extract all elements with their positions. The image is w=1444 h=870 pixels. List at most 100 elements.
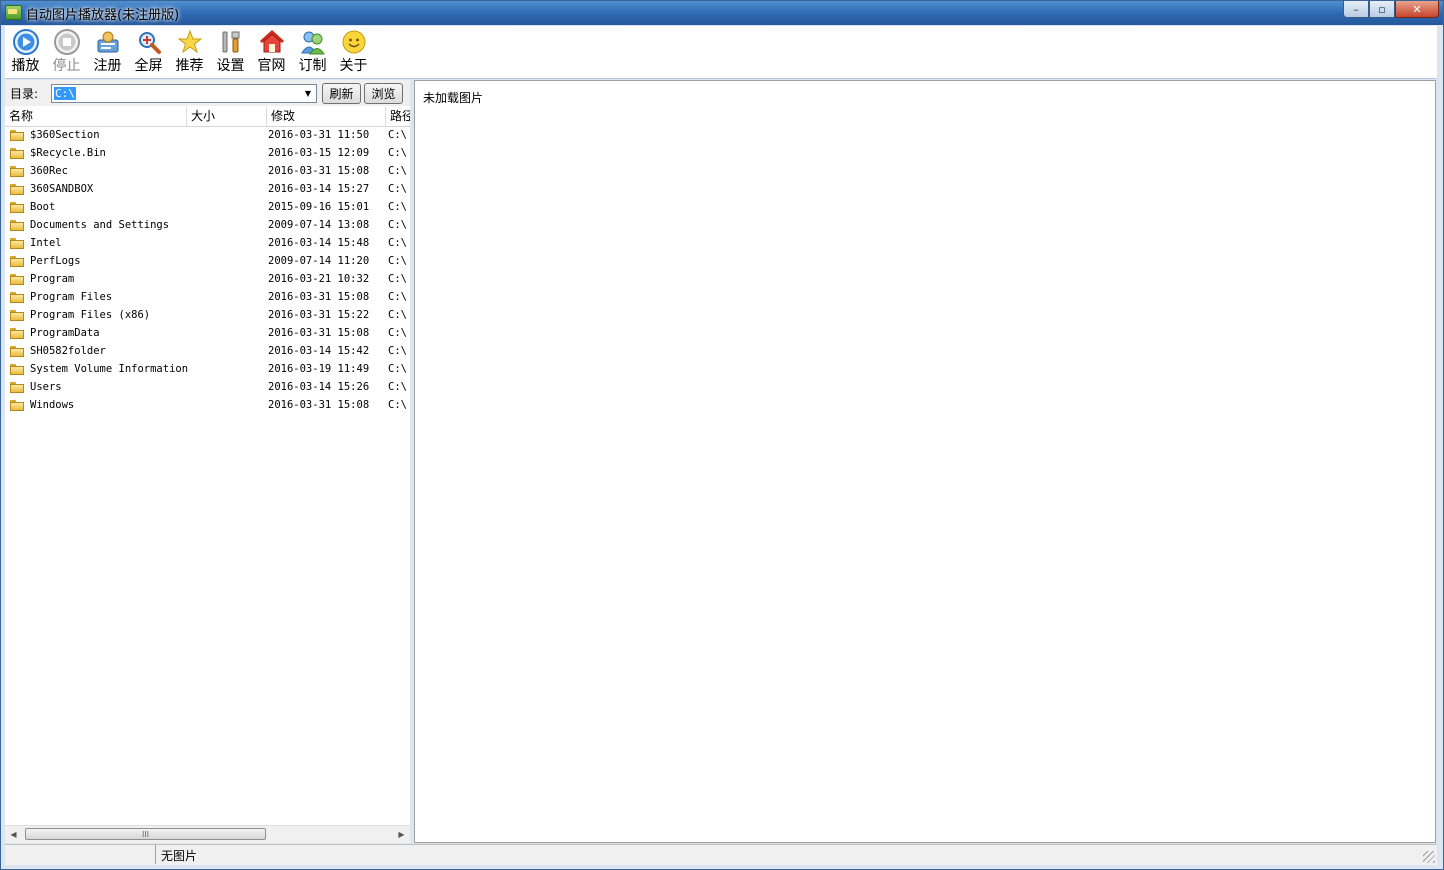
- recommend-label: 推荐: [175, 58, 204, 74]
- file-path: C:\: [388, 183, 407, 195]
- file-path: C:\: [388, 165, 407, 177]
- table-row[interactable]: Documents and Settings 2009-07-14 13:08 C:…: [5, 217, 410, 235]
- scroll-left-icon[interactable]: ◀: [5, 826, 22, 843]
- table-row[interactable]: System Volume Information 2016-03-19 11:4…: [5, 361, 410, 379]
- table-row[interactable]: Program Files (x86) 2016-03-31 15:22 C:\: [5, 307, 410, 325]
- table-row[interactable]: Windows 2016-03-31 15:08 C:\: [5, 397, 410, 415]
- title-bar[interactable]: 自动图片播放器(未注册版) – ▫ ✕: [1, 1, 1443, 25]
- directory-label: 目录:: [10, 87, 39, 101]
- file-modified: 2016-03-31 11:50: [268, 129, 370, 141]
- register-button[interactable]: 注册: [87, 26, 128, 78]
- play-button[interactable]: 播放: [5, 26, 46, 78]
- column-header-modified[interactable]: 修改: [267, 107, 386, 126]
- table-row[interactable]: 360Rec 2016-03-31 15:08 C:\: [5, 163, 410, 181]
- file-name: $360Section: [30, 129, 100, 141]
- settings-button[interactable]: 设置: [210, 26, 251, 78]
- table-row[interactable]: Boot 2015-09-16 15:01 C:\: [5, 199, 410, 217]
- star-icon: [176, 28, 204, 56]
- file-name: 360SANDBOX: [30, 183, 94, 195]
- file-name: Boot: [30, 201, 56, 213]
- file-path: C:\: [388, 291, 407, 303]
- file-modified: 2016-03-14 15:48: [268, 237, 370, 249]
- close-button[interactable]: ✕: [1395, 1, 1439, 18]
- about-button[interactable]: 关于: [333, 26, 374, 78]
- home-icon: [258, 28, 286, 56]
- column-header-path[interactable]: 路径: [386, 107, 410, 126]
- file-path: C:\: [388, 363, 407, 375]
- horizontal-scrollbar[interactable]: ◀ III ▶: [5, 825, 410, 843]
- table-row[interactable]: SH0582folder 2016-03-14 15:42 C:\: [5, 343, 410, 361]
- smiley-icon: [340, 28, 368, 56]
- folder-icon: [10, 148, 24, 159]
- custom-button[interactable]: 订制: [292, 26, 333, 78]
- file-name: ProgramData: [30, 327, 100, 339]
- fullscreen-icon: [135, 28, 163, 56]
- file-modified: 2016-03-31 15:22: [268, 309, 370, 321]
- file-list-header: 名称 大小 修改 路径: [5, 107, 410, 127]
- table-row[interactable]: ProgramData 2016-03-31 15:08 C:\: [5, 325, 410, 343]
- table-row[interactable]: Program Files 2016-03-31 15:08 C:\: [5, 289, 410, 307]
- browse-button[interactable]: 浏览: [364, 83, 403, 104]
- recommend-button[interactable]: 推荐: [169, 26, 210, 78]
- scroll-thumb[interactable]: III: [25, 828, 266, 840]
- folder-icon: [10, 274, 24, 285]
- file-modified: 2009-07-14 11:20: [268, 255, 370, 267]
- stop-label: 停止: [52, 58, 81, 74]
- status-text: 无图片: [161, 849, 198, 863]
- window-title: 自动图片播放器(未注册版): [26, 8, 180, 23]
- file-modified: 2009-07-14 13:08: [268, 219, 370, 231]
- play-label: 播放: [11, 58, 40, 74]
- table-row[interactable]: Program 2016-03-21 10:32 C:\: [5, 271, 410, 289]
- file-name: 360Rec: [30, 165, 68, 177]
- folder-icon: [10, 310, 24, 321]
- directory-value[interactable]: C:\: [54, 87, 76, 100]
- folder-icon: [10, 400, 24, 411]
- maximize-button[interactable]: ▫: [1369, 1, 1395, 18]
- directory-bar: 目录: C:\ ▼ 刷新 浏览: [5, 80, 410, 106]
- file-path: C:\: [388, 381, 407, 393]
- file-modified: 2016-03-14 15:26: [268, 381, 370, 393]
- file-path: C:\: [388, 345, 407, 357]
- table-row[interactable]: $Recycle.Bin 2016-03-15 12:09 C:\: [5, 145, 410, 163]
- file-name: Documents and Settings: [30, 219, 170, 231]
- folder-icon: [10, 202, 24, 213]
- column-header-size[interactable]: 大小: [187, 107, 267, 126]
- refresh-button[interactable]: 刷新: [322, 83, 361, 104]
- play-icon: [12, 28, 40, 56]
- folder-icon: [10, 346, 24, 357]
- folder-icon: [10, 130, 24, 141]
- file-name: $Recycle.Bin: [30, 147, 106, 159]
- column-header-name[interactable]: 名称: [5, 107, 187, 126]
- about-label: 关于: [339, 58, 368, 74]
- file-modified: 2016-03-31 15:08: [268, 327, 370, 339]
- status-bar: 无图片: [5, 844, 1437, 865]
- file-modified: 2016-03-31 15:08: [268, 291, 370, 303]
- table-row[interactable]: $360Section 2016-03-31 11:50 C:\: [5, 127, 410, 145]
- chevron-down-icon[interactable]: ▼: [300, 85, 316, 102]
- folder-icon: [10, 364, 24, 375]
- scroll-right-icon[interactable]: ▶: [393, 826, 410, 843]
- toolbar: 播放 停止 注册 全屏 推荐 设置 官网 订制 关于: [5, 26, 1437, 79]
- directory-combobox[interactable]: C:\ ▼: [51, 84, 317, 103]
- website-button[interactable]: 官网: [251, 26, 292, 78]
- resize-grip-icon[interactable]: [1423, 851, 1435, 863]
- table-row[interactable]: Users 2016-03-14 15:26 C:\: [5, 379, 410, 397]
- folder-icon: [10, 238, 24, 249]
- table-row[interactable]: Intel 2016-03-14 15:48 C:\: [5, 235, 410, 253]
- folder-icon: [10, 166, 24, 177]
- register-icon: [94, 28, 122, 56]
- stop-button[interactable]: 停止: [46, 26, 87, 78]
- file-path: C:\: [388, 201, 407, 213]
- register-label: 注册: [93, 58, 122, 74]
- table-row[interactable]: PerfLogs 2009-07-14 11:20 C:\: [5, 253, 410, 271]
- table-row[interactable]: 360SANDBOX 2016-03-14 15:27 C:\: [5, 181, 410, 199]
- fullscreen-button[interactable]: 全屏: [128, 26, 169, 78]
- file-browser-panel: 目录: C:\ ▼ 刷新 浏览 名称 大小 修改 路径 $360Section 2…: [5, 80, 410, 843]
- file-modified: 2016-03-31 15:08: [268, 165, 370, 177]
- file-name: Intel: [30, 237, 62, 249]
- file-list[interactable]: $360Section 2016-03-31 11:50 C:\ $Recycle.B…: [5, 127, 410, 415]
- minimize-button[interactable]: –: [1343, 1, 1369, 18]
- website-label: 官网: [257, 58, 286, 74]
- file-modified: 2016-03-15 12:09: [268, 147, 370, 159]
- file-name: System Volume Information: [30, 363, 189, 375]
